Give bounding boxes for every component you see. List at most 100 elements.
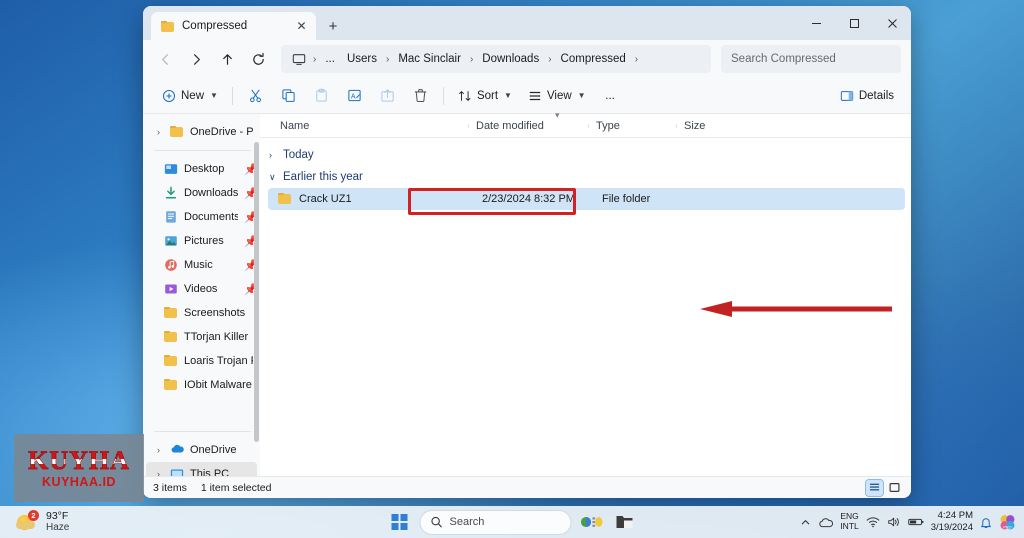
chevron-up-icon[interactable] bbox=[800, 517, 811, 528]
chevron-down-icon[interactable]: ∨ bbox=[269, 172, 278, 183]
widgets-icon[interactable] bbox=[579, 509, 605, 535]
wifi-icon[interactable] bbox=[866, 516, 880, 528]
view-button[interactable]: View ▼ bbox=[521, 82, 593, 110]
this-pc-icon[interactable] bbox=[289, 53, 309, 66]
breadcrumb-item-users[interactable]: Users bbox=[342, 51, 382, 67]
minimize-icon[interactable] bbox=[797, 6, 835, 40]
weather-icon: 2 bbox=[16, 510, 40, 532]
sidebar-item-this-pc[interactable]: › This PC bbox=[146, 462, 257, 476]
group-header-earlier-this-year[interactable]: ∨ Earlier this year bbox=[260, 166, 911, 188]
weather-condition: Haze bbox=[46, 522, 70, 534]
refresh-icon[interactable] bbox=[244, 45, 273, 73]
svg-text:A: A bbox=[351, 93, 356, 100]
new-tab-button[interactable]: + bbox=[320, 13, 346, 39]
taskbar: 2 93°F Haze Search ENG INTL 4:24 PM 3/19… bbox=[0, 506, 1024, 538]
new-label: New bbox=[181, 89, 205, 102]
group-header-today[interactable]: › Today bbox=[260, 144, 911, 166]
details-view-icon[interactable] bbox=[865, 478, 884, 497]
large-icons-view-icon[interactable] bbox=[886, 480, 903, 496]
sidebar-item-label: Screenshots bbox=[184, 307, 246, 319]
weather-widget[interactable]: 2 93°F Haze bbox=[0, 510, 69, 534]
taskbar-search-input[interactable]: Search bbox=[419, 509, 572, 535]
rename-button[interactable]: A bbox=[339, 82, 370, 110]
sidebar-item-iobit-malware-fighter[interactable]: IObit Malware F bbox=[146, 373, 257, 397]
breadcrumb-separator: › bbox=[634, 53, 639, 65]
breadcrumb-item-mac-sinclair[interactable]: Mac Sinclair bbox=[393, 51, 466, 67]
language-line2: INTL bbox=[840, 521, 859, 531]
start-button[interactable] bbox=[387, 509, 413, 535]
navigation-pane: › OneDrive - Pers Desktop 📌 Downloads 📌 bbox=[143, 114, 260, 476]
item-count: 3 items bbox=[153, 481, 187, 494]
back-arrow-icon[interactable] bbox=[151, 45, 180, 73]
search-input[interactable]: Search Compressed bbox=[721, 45, 901, 73]
downloads-icon bbox=[164, 186, 178, 200]
chevron-down-icon: ▼ bbox=[577, 91, 586, 100]
sidebar-item-desktop[interactable]: Desktop 📌 bbox=[146, 157, 258, 181]
sidebar-item-loaris-trojan-remover[interactable]: Loaris Trojan Re bbox=[146, 349, 257, 373]
file-explorer-icon[interactable] bbox=[612, 509, 638, 535]
breadcrumb-overflow[interactable]: ... bbox=[320, 51, 340, 67]
breadcrumb-separator: › bbox=[548, 53, 552, 65]
sidebar-item-label: OneDrive - Pers bbox=[190, 126, 253, 138]
column-header-name[interactable]: Name bbox=[272, 120, 468, 132]
table-row[interactable]: Crack UZ1 2/23/2024 8:32 PM File folder bbox=[268, 188, 905, 210]
sidebar-item-label: Loaris Trojan Re bbox=[184, 355, 253, 367]
breadcrumb-separator: › bbox=[469, 53, 474, 65]
pin-icon[interactable]: 📌 bbox=[244, 283, 258, 296]
bell-icon[interactable] bbox=[980, 516, 992, 529]
close-icon[interactable] bbox=[873, 6, 911, 40]
breadcrumb-item-downloads[interactable]: Downloads bbox=[477, 51, 544, 67]
speaker-icon[interactable] bbox=[887, 516, 901, 528]
divider bbox=[154, 431, 251, 432]
sort-button[interactable]: Sort ▼ bbox=[451, 82, 519, 110]
view-label: View bbox=[546, 89, 572, 102]
more-options-button[interactable]: ... bbox=[595, 82, 626, 110]
sidebar-item-label: IObit Malware F bbox=[184, 379, 253, 391]
command-bar: New ▼ A Sort ▼ View ▼ ... Details bbox=[143, 78, 911, 114]
language-indicator[interactable]: ENG INTL bbox=[840, 511, 859, 532]
breadcrumb[interactable]: › ... Users › Mac Sinclair › Downloads ›… bbox=[281, 45, 711, 73]
maximize-icon[interactable] bbox=[835, 6, 873, 40]
details-pane-button[interactable]: Details bbox=[833, 82, 901, 110]
chevron-right-icon[interactable]: › bbox=[153, 445, 164, 455]
store-icon[interactable]: PRO bbox=[999, 514, 1016, 531]
chevron-right-icon[interactable]: › bbox=[153, 127, 164, 137]
battery-icon[interactable] bbox=[907, 517, 924, 527]
breadcrumb-item-compressed[interactable]: Compressed bbox=[556, 51, 631, 67]
forward-arrow-icon[interactable] bbox=[182, 45, 211, 73]
address-bar: › ... Users › Mac Sinclair › Downloads ›… bbox=[143, 40, 911, 78]
onedrive-cloud-icon[interactable] bbox=[818, 517, 834, 528]
column-header-size[interactable]: Size bbox=[676, 120, 734, 132]
new-button[interactable]: New ▼ bbox=[155, 82, 225, 110]
sidebar-item-label: TTorjan Killer bbox=[184, 331, 249, 343]
sidebar-item-documents[interactable]: Documents 📌 bbox=[146, 205, 258, 229]
clock-date: 3/19/2024 bbox=[930, 522, 973, 533]
column-header-date-modified[interactable]: Date modified bbox=[468, 120, 588, 132]
sidebar-item-onedrive-personal[interactable]: › OneDrive - Pers bbox=[146, 120, 257, 144]
sidebar-item-videos[interactable]: Videos 📌 bbox=[146, 277, 258, 301]
sidebar-item-ttorjan-killer[interactable]: TTorjan Killer bbox=[146, 325, 257, 349]
pin-icon[interactable]: 📌 bbox=[244, 259, 258, 272]
sidebar-item-screenshots[interactable]: Screenshots bbox=[146, 301, 257, 325]
group-label: Earlier this year bbox=[283, 171, 363, 183]
pin-icon[interactable]: 📌 bbox=[244, 187, 258, 200]
pin-icon[interactable]: 📌 bbox=[244, 235, 258, 248]
column-header-type[interactable]: Type bbox=[588, 120, 676, 132]
delete-button[interactable] bbox=[405, 82, 436, 110]
sidebar-item-pictures[interactable]: Pictures 📌 bbox=[146, 229, 258, 253]
copy-button[interactable] bbox=[273, 82, 304, 110]
close-icon[interactable]: ✕ bbox=[293, 18, 310, 35]
up-arrow-icon[interactable] bbox=[213, 45, 242, 73]
sidebar-item-downloads[interactable]: Downloads 📌 bbox=[146, 181, 258, 205]
chevron-right-icon[interactable]: › bbox=[269, 150, 278, 160]
cut-button[interactable] bbox=[240, 82, 271, 110]
breadcrumb-separator: › bbox=[313, 53, 317, 65]
pin-icon[interactable]: 📌 bbox=[244, 163, 258, 176]
sidebar-scrollbar[interactable] bbox=[254, 142, 259, 442]
tab-compressed[interactable]: Compressed ✕ bbox=[151, 12, 316, 40]
clock[interactable]: 4:24 PM 3/19/2024 bbox=[931, 510, 973, 534]
chevron-right-icon[interactable]: › bbox=[153, 469, 164, 476]
sidebar-item-music[interactable]: Music 📌 bbox=[146, 253, 258, 277]
sidebar-item-onedrive[interactable]: › OneDrive bbox=[146, 438, 257, 462]
pin-icon[interactable]: 📌 bbox=[244, 211, 258, 224]
